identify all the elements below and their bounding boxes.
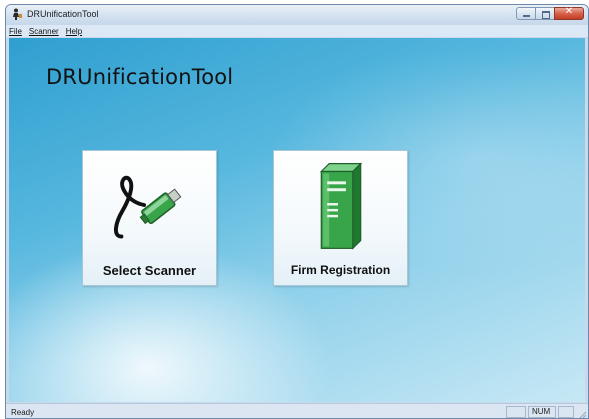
- main-panel: DRUnificationTool Select Scanner Firm Re…: [9, 38, 585, 402]
- minimize-icon: [523, 15, 530, 17]
- title-bar[interactable]: DRUnificationTool ✕: [6, 5, 588, 25]
- minimize-button[interactable]: [516, 7, 536, 20]
- menu-file[interactable]: File: [6, 26, 26, 37]
- close-icon: ✕: [564, 6, 574, 17]
- status-pane-caps: [506, 406, 526, 418]
- caption-buttons: ✕: [516, 6, 584, 22]
- firm-registration-button[interactable]: Firm Registration: [273, 150, 408, 286]
- status-pane-num: NUM: [528, 406, 556, 418]
- menu-help[interactable]: Help: [63, 26, 86, 37]
- maximize-icon: [542, 11, 550, 19]
- status-bar: Ready NUM: [6, 403, 588, 419]
- select-scanner-label: Select Scanner: [102, 263, 197, 278]
- resize-grip-icon[interactable]: [577, 410, 587, 419]
- status-text: Ready: [11, 408, 35, 417]
- app-icon: [13, 8, 22, 20]
- status-pane-scroll: [558, 406, 574, 418]
- select-scanner-button[interactable]: Select Scanner: [82, 150, 217, 286]
- app-window: DRUnificationTool ✕ File Scanner Help DR…: [5, 4, 589, 419]
- maximize-button[interactable]: [535, 7, 555, 20]
- firm-registration-label: Firm Registration: [290, 263, 391, 277]
- window-title: DRUnificationTool: [27, 9, 99, 19]
- menu-bar: File Scanner Help: [6, 25, 588, 37]
- app-heading: DRUnificationTool: [46, 65, 234, 89]
- menu-scanner[interactable]: Scanner: [26, 26, 63, 37]
- server-icon: [319, 162, 363, 250]
- scanner-cable-icon: [114, 175, 182, 239]
- close-button[interactable]: ✕: [554, 6, 584, 20]
